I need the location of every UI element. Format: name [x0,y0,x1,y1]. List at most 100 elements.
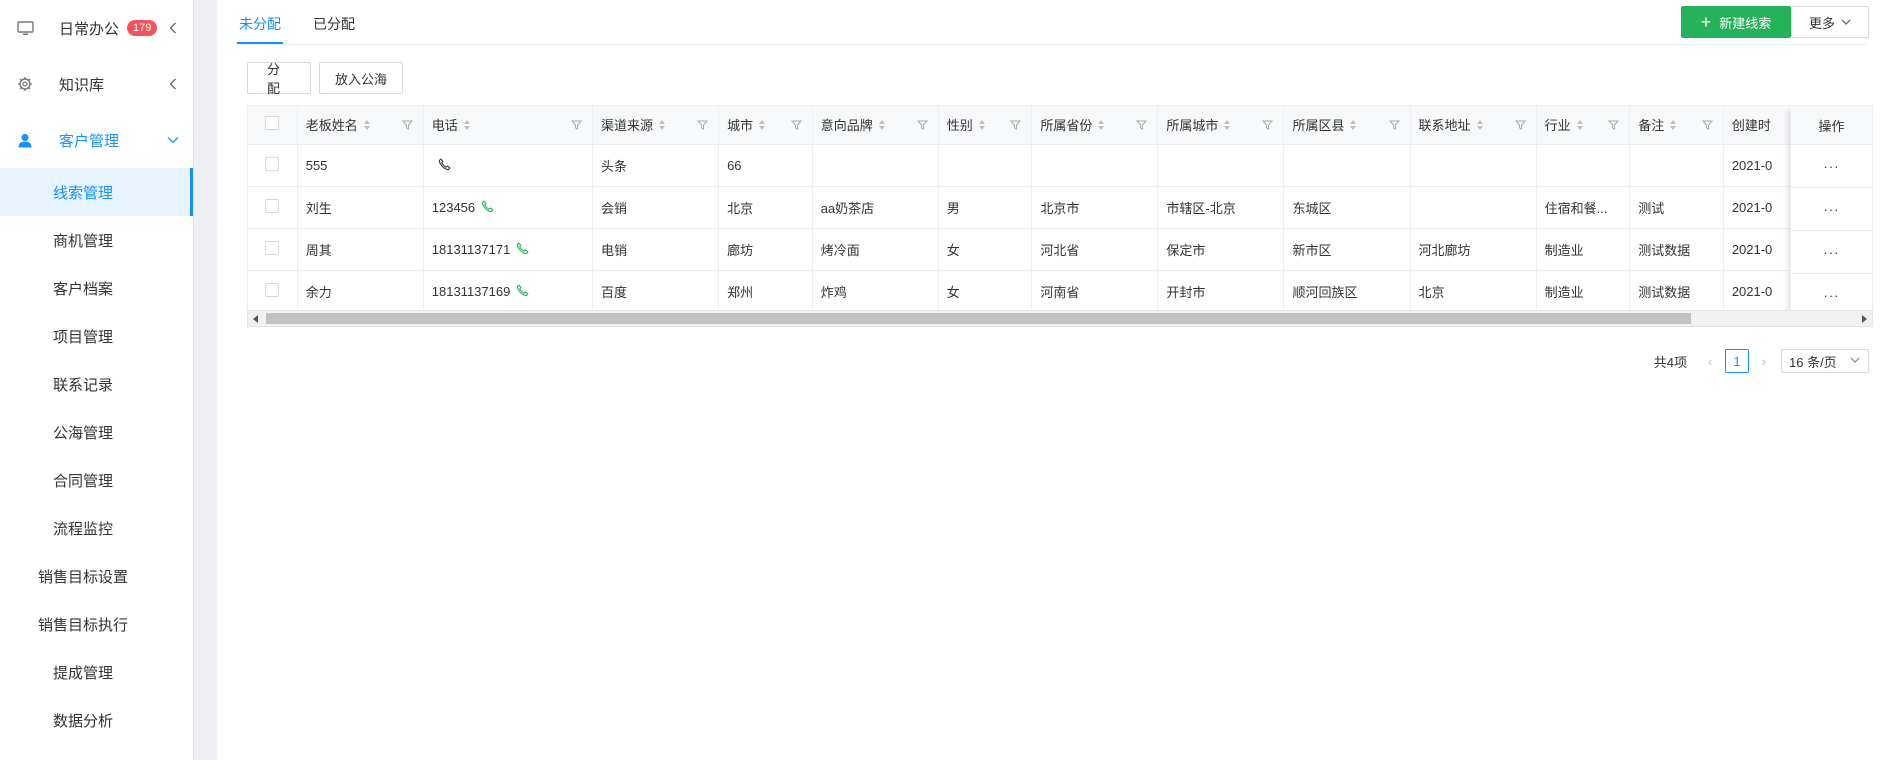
row-more-actions[interactable]: ··· [1791,188,1872,231]
filter-icon[interactable] [1136,119,1148,130]
sort-icon[interactable] [659,119,667,130]
sidebar-item-customer-files[interactable]: 客户档案 [0,264,193,312]
row-checkbox[interactable] [265,282,280,297]
assign-button[interactable]: 分配 [247,62,311,96]
filter-icon[interactable] [401,119,413,130]
sort-icon[interactable] [1098,119,1106,130]
sort-icon[interactable] [878,119,887,130]
plus-icon: + [1700,12,1712,32]
cell-address [1410,186,1537,229]
column-label: 行业 [1544,118,1571,134]
cell-brand: 烤冷面 [812,228,939,271]
sidebar-group-knowledge[interactable]: 知识库 [0,56,193,112]
scrollbar-thumb[interactable] [266,313,1691,324]
row-more-actions[interactable]: ··· [1791,231,1872,274]
filter-icon[interactable] [697,119,709,130]
sidebar-item-analytics[interactable]: 数据分析 [0,696,193,744]
column-header[interactable]: 行业 [1536,106,1631,145]
sidebar-item-contracts[interactable]: 合同管理 [0,456,193,504]
sidebar-group-customers[interactable]: 客户管理 [0,112,193,168]
column-header[interactable]: 所属省份 [1031,106,1159,145]
row-more-actions[interactable]: ··· [1791,145,1872,188]
new-lead-label: 新建线索 [1719,15,1772,31]
filter-icon[interactable] [1010,119,1022,130]
column-header[interactable]: 备注 [1629,106,1724,145]
sidebar-item-commission[interactable]: 提成管理 [0,648,193,696]
cell-phone: 18131137171 [423,228,594,271]
cell-city: 郑州 [718,270,813,313]
column-header[interactable]: 渠道来源 [592,106,720,145]
filter-icon[interactable] [571,119,583,130]
next-page-icon[interactable]: › [1755,354,1773,369]
sort-icon[interactable] [978,119,987,130]
scroll-right-arrow[interactable] [1862,315,1867,323]
cell-pcity: 保定市 [1157,228,1285,271]
table-row[interactable]: 周其 18131137171 电销 廊坊 烤冷面 女 河北省 保定市 新市区 河… [248,228,1869,271]
sidebar-item-sales-target-execution[interactable]: 销售目标执行 [0,600,193,648]
sidebar-item-process-monitor[interactable]: 流程监控 [0,504,193,552]
sort-icon[interactable] [759,119,767,130]
notification-badge: 179 [127,20,158,36]
sort-icon[interactable] [1224,119,1232,130]
page-number-current[interactable]: 1 [1725,349,1749,373]
move-to-pool-button[interactable]: 放入公海 [319,62,404,94]
sidebar-item-contact-records[interactable]: 联系记录 [0,360,193,408]
page-size-select[interactable]: 16 条/页 [1781,349,1869,373]
sidebar-item-opportunities[interactable]: 商机管理 [0,216,193,264]
row-checkbox[interactable] [265,240,280,255]
sidebar-item-leads[interactable]: 线索管理 [0,168,193,216]
prev-page-icon[interactable]: ‹ [1701,354,1719,369]
column-header[interactable]: 城市 [718,106,813,145]
column-header[interactable]: 电话 [423,106,594,145]
cell-district: 顺河回族区 [1283,270,1411,313]
phone-icon[interactable] [481,199,494,213]
table-row[interactable]: 余力 18131137169 百度 郑州 炸鸡 女 河南省 开封市 顺河回族区 … [248,270,1869,313]
column-label: 渠道来源 [601,118,654,134]
sort-icon[interactable] [1576,119,1585,130]
sort-icon[interactable] [463,119,472,130]
row-checkbox[interactable] [265,156,280,171]
phone-icon[interactable] [438,157,451,171]
filter-icon[interactable] [790,119,802,130]
table-row[interactable]: 刘生 123456 会销 北京 aa奶茶店 男 北京市 市辖区-北京 东城区 住… [248,186,1869,229]
horizontal-scrollbar[interactable] [247,310,1873,327]
column-header[interactable]: 意向品牌 [812,106,939,145]
sort-icon[interactable] [1476,119,1485,130]
filter-icon[interactable] [1514,119,1526,130]
sort-icon[interactable] [1670,119,1678,130]
phone-icon[interactable] [516,241,529,255]
tab-assigned[interactable]: 已分配 [311,0,357,44]
operations-column: 操作 ··· ··· ··· ··· [1790,106,1872,317]
row-select-cell [248,228,298,271]
cell-district [1283,144,1411,187]
pagination: 共4项 ‹ 1 › 16 条/页 [1654,349,1869,373]
table-row[interactable]: 555 头条 66 2021-0 [248,144,1869,187]
more-dropdown-button[interactable]: 更多 [1791,6,1869,38]
column-label: 所属省份 [1040,118,1093,134]
column-header[interactable]: 所属城市 [1157,106,1285,145]
phone-icon[interactable] [516,283,529,297]
column-header[interactable]: 所属区县 [1283,106,1411,145]
column-header[interactable]: 性别 [938,106,1033,145]
sidebar-item-sales-target-setting[interactable]: 销售目标设置 [0,552,193,600]
filter-icon[interactable] [1262,119,1274,130]
select-all-checkbox[interactable] [265,116,280,131]
filter-icon[interactable] [1608,119,1620,130]
filter-icon[interactable] [916,119,928,130]
new-lead-button[interactable]: + 新建线索 [1681,6,1791,38]
tab-unassigned[interactable]: 未分配 [237,0,283,44]
row-checkbox[interactable] [265,198,280,213]
sidebar: 日常办公 179 知识库 客户管理 线索管理 商机管理 客户档案 项目管理 联系… [0,0,193,760]
column-header[interactable]: 联系地址 [1410,106,1537,145]
filter-icon[interactable] [1388,119,1400,130]
sort-icon[interactable] [363,119,372,130]
sort-icon[interactable] [1350,119,1358,130]
sidebar-item-projects[interactable]: 项目管理 [0,312,193,360]
sidebar-group-office[interactable]: 日常办公 179 [0,0,193,56]
sidebar-item-public-pool[interactable]: 公海管理 [0,408,193,456]
chevron-left-icon [167,78,179,90]
scroll-left-arrow[interactable] [253,315,258,323]
chevron-left-icon [167,22,179,34]
column-header[interactable]: 老板姓名 [297,106,424,145]
filter-icon[interactable] [1701,119,1713,130]
